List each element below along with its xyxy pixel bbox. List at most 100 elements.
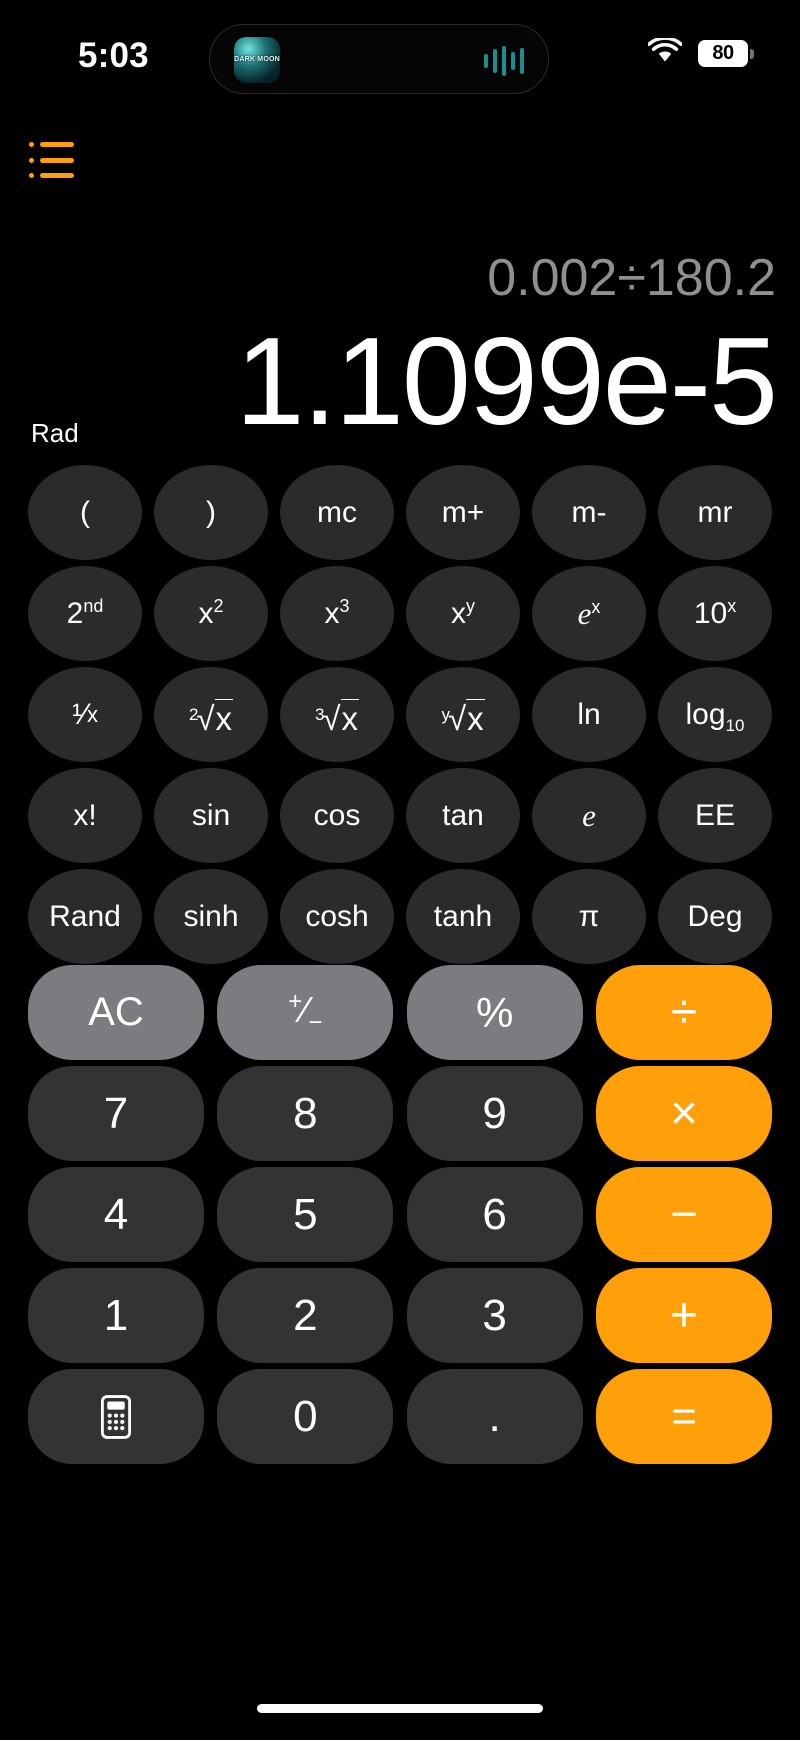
- nth-root-key[interactable]: y √x: [406, 667, 520, 762]
- equals-key[interactable]: =: [595, 1369, 772, 1464]
- key-label: EE: [694, 798, 736, 832]
- status-bar: 5:03 DARK MOON 80: [0, 0, 800, 115]
- key-label: xy: [451, 595, 475, 630]
- key-label: ÷: [670, 986, 698, 1039]
- close-paren-key[interactable]: ): [154, 465, 268, 560]
- main-keypad: AC +⁄−% ÷ 7 8 9 × 4 5 6 − 1 2 3 +0. =: [28, 965, 772, 1470]
- scientific-keypad: () mc m+ m-mr 2nd x2 x3 xy ex 10x ¹⁄ x 2 √x 3 √x y √x ln lo…: [28, 465, 772, 970]
- exp-e-key[interactable]: ex: [532, 566, 646, 661]
- scientific-keypad-row: ¹⁄ x 2 √x 3 √x y √x ln log10: [28, 667, 772, 762]
- divide-key[interactable]: ÷: [595, 965, 772, 1060]
- key-label: 2 √x: [188, 699, 234, 737]
- key-label: 1: [103, 1290, 129, 1340]
- scientific-notation-key[interactable]: EE: [658, 768, 772, 863]
- open-paren-key[interactable]: (: [28, 465, 142, 560]
- natural-log-key[interactable]: ln: [532, 667, 646, 762]
- random-key[interactable]: Rand: [28, 869, 142, 964]
- square-key[interactable]: x2: [154, 566, 268, 661]
- main-keypad-row: 1 2 3 +: [28, 1268, 772, 1363]
- sign-toggle-key[interactable]: +⁄−: [217, 965, 394, 1060]
- euler-constant-key[interactable]: e: [532, 768, 646, 863]
- key-label: 10x: [693, 595, 737, 630]
- key-label: tanh: [433, 899, 493, 933]
- dynamic-island[interactable]: DARK MOON: [209, 24, 549, 94]
- hyperbolic-sine-key[interactable]: sinh: [154, 869, 268, 964]
- key-label: 6: [482, 1189, 507, 1239]
- decimal-point-key[interactable]: .: [406, 1369, 583, 1464]
- home-indicator[interactable]: [257, 1704, 543, 1713]
- digit-0-key[interactable]: 0: [217, 1369, 394, 1464]
- key-label: 0: [293, 1391, 318, 1441]
- key-label: 3: [482, 1290, 507, 1340]
- all-clear-key[interactable]: AC: [28, 965, 204, 1060]
- key-label: (: [80, 495, 90, 529]
- key-label: +⁄−: [288, 987, 323, 1037]
- hyperbolic-tangent-key[interactable]: tanh: [406, 869, 520, 964]
- key-label: 7: [103, 1088, 129, 1138]
- memory-subtract-key[interactable]: m-: [532, 465, 646, 560]
- degree-mode-key[interactable]: Deg: [658, 869, 772, 964]
- pi-key[interactable]: π: [532, 869, 646, 964]
- cube-key[interactable]: x3: [280, 566, 394, 661]
- digit-5-key[interactable]: 5: [217, 1167, 394, 1262]
- digit-4-key[interactable]: 4: [28, 1167, 204, 1262]
- key-label: 2: [293, 1290, 318, 1340]
- key-label: 2nd: [66, 595, 104, 630]
- key-label: m-: [571, 495, 607, 529]
- key-label: x!: [73, 798, 97, 832]
- dark-moon-app-icon[interactable]: DARK MOON: [234, 37, 280, 83]
- digit-2-key[interactable]: 2: [217, 1268, 394, 1363]
- key-label: AC: [88, 990, 144, 1034]
- main-keypad-row: AC +⁄−% ÷: [28, 965, 772, 1060]
- wifi-icon: [647, 36, 683, 69]
- digit-6-key[interactable]: 6: [406, 1167, 583, 1262]
- status-time: 5:03: [78, 36, 149, 75]
- hyperbolic-cosine-key[interactable]: cosh: [280, 869, 394, 964]
- power-key[interactable]: xy: [406, 566, 520, 661]
- digit-3-key[interactable]: 3: [406, 1268, 583, 1363]
- key-label: ×: [669, 1087, 698, 1140]
- digit-1-key[interactable]: 1: [28, 1268, 204, 1363]
- key-label: +: [669, 1289, 698, 1342]
- factorial-key[interactable]: x!: [28, 768, 142, 863]
- subtract-key[interactable]: −: [595, 1167, 772, 1262]
- key-label: x3: [324, 595, 350, 630]
- exp-ten-key[interactable]: 10x: [658, 566, 772, 661]
- memory-add-key[interactable]: m+: [406, 465, 520, 560]
- key-label: Deg: [687, 899, 743, 933]
- key-label: cosh: [305, 899, 369, 933]
- tangent-key[interactable]: tan: [406, 768, 520, 863]
- key-label: cos: [313, 798, 361, 832]
- calculator-app-screen: 5:03 DARK MOON 80 0.002÷180.2 1.1099e-5 …: [0, 0, 800, 1740]
- digit-8-key[interactable]: 8: [217, 1066, 394, 1161]
- cosine-key[interactable]: cos: [280, 768, 394, 863]
- sine-key[interactable]: sin: [154, 768, 268, 863]
- memory-recall-key[interactable]: mr: [658, 465, 772, 560]
- memory-clear-key[interactable]: mc: [280, 465, 394, 560]
- key-label: −: [669, 1188, 698, 1241]
- scientific-keypad-row: () mc m+ m-mr: [28, 465, 772, 560]
- key-label: 4: [103, 1189, 129, 1239]
- digit-7-key[interactable]: 7: [28, 1066, 204, 1161]
- key-label: Rand: [49, 899, 121, 933]
- result-text: 1.1099e-5: [235, 313, 778, 451]
- digit-9-key[interactable]: 9: [406, 1066, 583, 1161]
- battery-icon: 80: [698, 40, 754, 67]
- square-root-key[interactable]: 2 √x: [154, 667, 268, 762]
- multiply-key[interactable]: ×: [595, 1066, 772, 1161]
- calculator-icon: [100, 1394, 132, 1439]
- cube-root-key[interactable]: 3 √x: [280, 667, 394, 762]
- log-base-ten-key[interactable]: log10: [658, 667, 772, 762]
- list-menu-icon[interactable]: [29, 138, 83, 182]
- add-key[interactable]: +: [595, 1268, 772, 1363]
- reciprocal-key[interactable]: ¹⁄ x: [28, 667, 142, 762]
- expression-text: 0.002÷180.2: [487, 249, 776, 307]
- second-function-key[interactable]: 2nd: [28, 566, 142, 661]
- main-keypad-row: 4 5 6 −: [28, 1167, 772, 1262]
- key-label: ln: [577, 697, 601, 731]
- calculator-icon-key[interactable]: [28, 1369, 204, 1464]
- percent-key[interactable]: %: [406, 965, 583, 1060]
- key-label: m+: [441, 495, 485, 529]
- key-label: sinh: [183, 899, 239, 933]
- key-label: 3 √x: [314, 699, 360, 737]
